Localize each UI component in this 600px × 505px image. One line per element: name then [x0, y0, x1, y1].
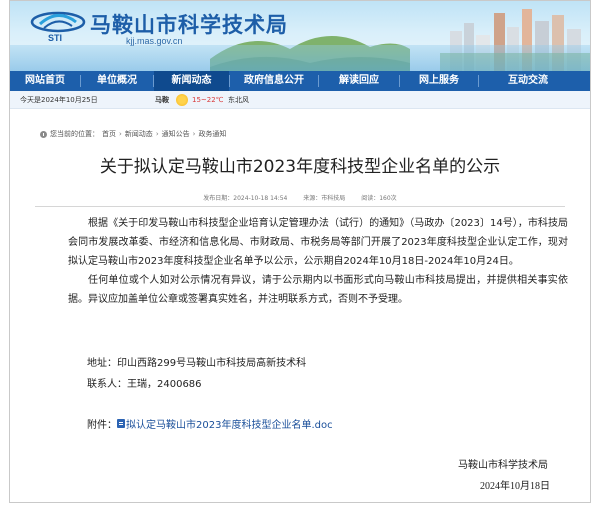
- signature-date: 2024年10月18日: [480, 481, 550, 492]
- breadcrumb-news[interactable]: 新闻动态: [125, 129, 153, 139]
- sun-icon: [176, 94, 188, 106]
- breadcrumb-notices[interactable]: 通知公告: [162, 129, 190, 139]
- nav-item-home[interactable]: 网站首页: [10, 71, 80, 91]
- breadcrumb-prefix: 您当前的位置：: [50, 130, 99, 138]
- lake-image: [10, 45, 590, 71]
- today-date: 今天是2024年10月25日: [20, 96, 98, 104]
- attachment-label: 附件：: [87, 420, 117, 431]
- location-icon: [40, 130, 47, 138]
- site-title: 马鞍山市科学技术局: [90, 13, 288, 37]
- nav-item-interaction[interactable]: 互动交流: [479, 71, 577, 91]
- article-source: 来源：市科技局: [303, 195, 346, 202]
- breadcrumb-gov-notice[interactable]: 政务通知: [198, 129, 226, 139]
- info-bar: 今天是2024年10月25日 马鞍 15~22℃ 东北风: [10, 91, 590, 109]
- nav-item-overview[interactable]: 单位概况: [81, 71, 153, 91]
- nav-item-gov-info[interactable]: 政府信息公开: [230, 71, 318, 91]
- breadcrumb-separator: ›: [192, 130, 196, 138]
- header-banner: STI 马鞍山市科学技术局 kjj.mas.gov.cn: [10, 1, 590, 71]
- breadcrumb: 您当前的位置： 首页 › 新闻动态 › 通知公告 › 政务通知: [40, 129, 226, 139]
- view-count: 阅读：160次: [361, 195, 397, 202]
- publish-time: 发布日期：2024-10-18 14:54: [203, 195, 288, 202]
- nav-item-online-service[interactable]: 网上服务: [400, 71, 478, 91]
- nav-item-interpretation[interactable]: 解读回应: [319, 71, 399, 91]
- article-paragraph: 根据《关于印发马鞍山市科技型企业培育认定管理办法（试行）的通知》（马政办〔202…: [68, 218, 568, 267]
- signature-org: 马鞍山市科学技术局: [458, 460, 548, 471]
- contact-person: 联系人：王瑞，2400686: [87, 379, 202, 390]
- attachment-row: 附件： 拟认定马鞍山市2023年度科技型企业名单.doc: [87, 416, 333, 431]
- weather-temperature: 15~22℃: [192, 96, 224, 104]
- title-divider: [35, 206, 565, 207]
- breadcrumb-separator: ›: [119, 130, 122, 138]
- doc-file-icon: [117, 419, 125, 428]
- contact-address: 地址：印山西路299号马鞍山市科技局高新技术科: [87, 358, 307, 369]
- breadcrumb-separator: ›: [155, 130, 159, 138]
- main-nav: 网站首页 单位概况 新闻动态 政府信息公开 解读回应 网上服务 互动交流: [10, 71, 590, 91]
- article-body: 根据《关于印发马鞍山市科技型企业培育认定管理办法（试行）的通知》（马政办〔202…: [68, 214, 568, 309]
- article-meta: 发布日期：2024-10-18 14:54 来源：市科技局 阅读：160次: [10, 193, 590, 202]
- breadcrumb-home[interactable]: 首页: [102, 129, 116, 139]
- article-title: 关于拟认定马鞍山市2023年度科技型企业名单的公示: [99, 157, 501, 177]
- nav-item-news[interactable]: 新闻动态: [154, 71, 229, 91]
- attachment-link[interactable]: 拟认定马鞍山市2023年度科技型企业名单.doc: [126, 416, 333, 431]
- sti-logo: STI: [30, 11, 86, 43]
- article-paragraph: 任何单位或个人如对公示情况有异议，请于公示期内以书面形式向马鞍山市科技局提出，并…: [68, 275, 568, 305]
- weather-city: 马鞍: [155, 96, 169, 104]
- site-url: kjj.mas.gov.cn: [126, 36, 183, 46]
- page-frame: STI 马鞍山市科学技术局 kjj.mas.gov.cn 网站首页 单位概况 新…: [9, 0, 591, 503]
- weather-wind: 东北风: [228, 96, 249, 104]
- svg-text:STI: STI: [48, 33, 62, 43]
